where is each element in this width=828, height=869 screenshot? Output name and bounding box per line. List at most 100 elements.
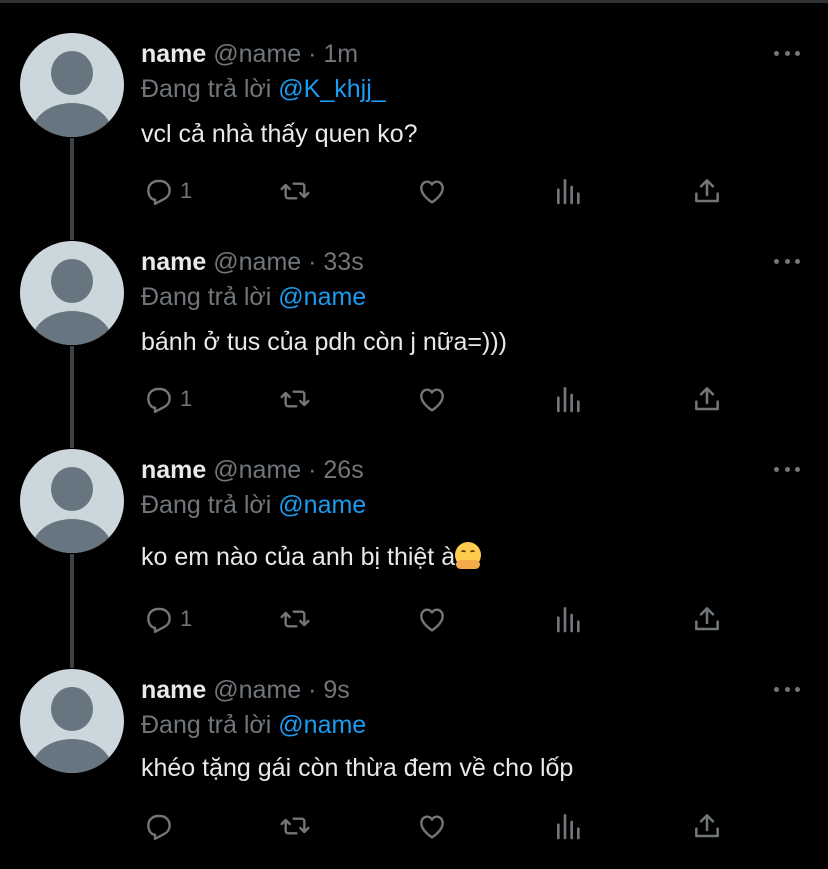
- avatar-body: [32, 103, 112, 137]
- more-dot: [774, 466, 779, 472]
- top-border: [0, 0, 828, 3]
- avatar[interactable]: [20, 669, 124, 773]
- avatar[interactable]: [20, 33, 124, 137]
- retweet-button[interactable]: [277, 808, 313, 844]
- like-button[interactable]: [415, 601, 449, 637]
- like-icon: [420, 388, 444, 412]
- more-dot: [774, 50, 779, 56]
- handle-and-time: @name · 33s: [213, 248, 364, 276]
- reply-handle-link[interactable]: @name: [278, 711, 366, 739]
- replying-to: Đang trả lời @K_khjj_: [141, 72, 386, 106]
- reply-button[interactable]: 1: [143, 381, 192, 417]
- replying-to-label: Đang trả lời: [141, 75, 272, 103]
- tweet-text: ko em nào của anh bị thiệt à: [141, 540, 482, 574]
- reply-icon: [147, 387, 171, 413]
- tweet-text: vcl cả nhà thấy quen ko?: [141, 117, 418, 151]
- thread-line: [70, 138, 74, 240]
- more-icon[interactable]: [774, 459, 800, 479]
- avatar-head: [51, 51, 93, 95]
- action-bar: 1: [141, 381, 741, 417]
- handle-and-time: @name · 9s: [213, 676, 350, 704]
- analytics-button[interactable]: [553, 173, 585, 209]
- emoji-hands: [456, 560, 481, 569]
- analytics-button[interactable]: [553, 381, 585, 417]
- handle-and-time: @name · 26s: [213, 456, 364, 484]
- share-button[interactable]: [691, 601, 723, 637]
- tweet-text: khéo tặng gái còn thừa đem về cho lốp: [141, 751, 573, 785]
- reply-count: 1: [180, 178, 193, 203]
- reply-handle-link[interactable]: @K_khjj_: [278, 75, 385, 103]
- display-name[interactable]: name: [141, 40, 206, 68]
- more-icon[interactable]: [774, 679, 800, 699]
- more-dot: [784, 686, 790, 692]
- share-button[interactable]: [691, 173, 723, 209]
- avatar-head: [51, 687, 93, 731]
- more-icon[interactable]: [774, 251, 800, 271]
- reply-handle-link[interactable]: @name: [278, 283, 366, 311]
- tweet-header: name @name · 9s: [141, 673, 350, 707]
- display-name[interactable]: name: [141, 248, 206, 276]
- reply-button[interactable]: 1: [143, 173, 192, 209]
- like-button[interactable]: [415, 173, 449, 209]
- tweet-header: name @name · 33s: [141, 245, 364, 279]
- tweet-header: name @name · 1m: [141, 37, 358, 71]
- retweet-button[interactable]: [277, 601, 313, 637]
- avatar-body: [32, 519, 112, 553]
- reply-icon: [147, 179, 171, 205]
- display-name[interactable]: name: [141, 676, 206, 704]
- action-bar: 1: [141, 601, 741, 637]
- thread-line: [70, 554, 74, 668]
- share-button[interactable]: [691, 381, 723, 417]
- like-icon: [420, 815, 444, 839]
- action-bar: [141, 808, 741, 844]
- avatar-head: [51, 259, 93, 303]
- tweet-text: bánh ở tus của pdh còn j nữa=))): [141, 325, 507, 359]
- avatar-body: [32, 311, 112, 345]
- replying-to-label: Đang trả lời: [141, 491, 272, 519]
- like-button[interactable]: [415, 808, 449, 844]
- handle-and-time: @name · 1m: [213, 40, 359, 68]
- analytics-icon: [557, 179, 580, 205]
- analytics-icon: [557, 814, 580, 840]
- reply-handle-link[interactable]: @name: [278, 491, 366, 519]
- tweet-text-content: ko em nào của anh bị thiệt à: [141, 543, 456, 571]
- more-dot: [795, 50, 800, 56]
- replying-to-label: Đang trả lời: [141, 711, 272, 739]
- reply-icon: [147, 607, 171, 633]
- replying-to-label: Đang trả lời: [141, 283, 272, 311]
- share-icon: [695, 387, 719, 411]
- more-dot: [774, 258, 779, 264]
- more-dot: [784, 50, 790, 56]
- reply-count: 1: [180, 386, 193, 411]
- avatar[interactable]: [20, 449, 124, 553]
- retweet-button[interactable]: [277, 173, 313, 209]
- like-icon: [420, 608, 444, 632]
- tweet-text-content: khéo tặng gái còn thừa đem về cho lốp: [141, 754, 574, 782]
- hugging-face-emoji: [455, 542, 482, 569]
- more-dot: [795, 466, 800, 472]
- more-icon[interactable]: [774, 43, 800, 63]
- analytics-button[interactable]: [553, 808, 585, 844]
- replying-to: Đang trả lời @name: [141, 708, 366, 742]
- retweet-icon: [280, 610, 310, 628]
- avatar[interactable]: [20, 241, 124, 345]
- avatar-body: [32, 739, 112, 773]
- reply-button[interactable]: [143, 808, 180, 844]
- analytics-icon: [557, 607, 580, 633]
- analytics-button[interactable]: [553, 601, 585, 637]
- retweet-icon: [280, 390, 310, 408]
- share-button[interactable]: [691, 808, 723, 844]
- tweet-text-content: bánh ở tus của pdh còn j nữa=))): [141, 328, 507, 356]
- like-button[interactable]: [415, 381, 449, 417]
- display-name[interactable]: name: [141, 456, 206, 484]
- replying-to: Đang trả lời @name: [141, 488, 366, 522]
- reply-button[interactable]: 1: [143, 601, 192, 637]
- share-icon: [695, 607, 719, 631]
- retweet-button[interactable]: [277, 381, 313, 417]
- retweet-icon: [280, 182, 310, 200]
- retweet-icon: [280, 817, 310, 835]
- analytics-icon: [557, 387, 580, 413]
- reply-icon: [147, 814, 171, 840]
- more-dot: [784, 258, 790, 264]
- reply-count: 1: [180, 606, 193, 631]
